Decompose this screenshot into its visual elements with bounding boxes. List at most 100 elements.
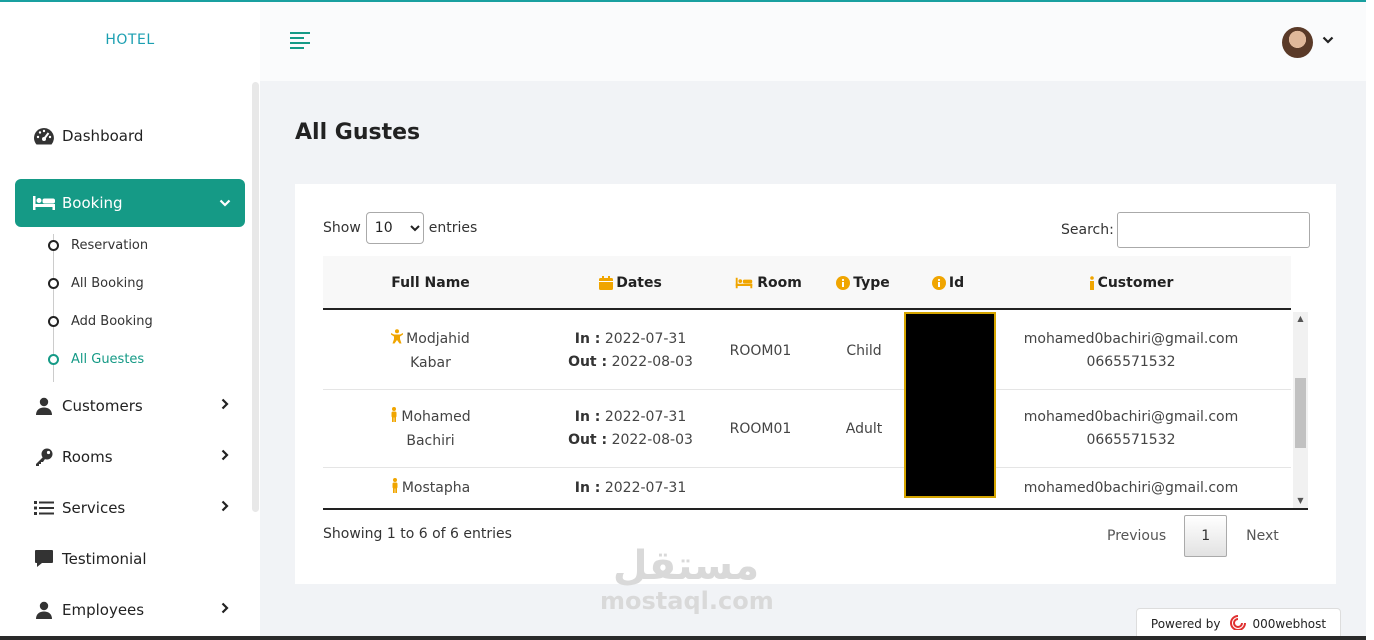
search-input[interactable] [1116,212,1310,248]
column-header-customer[interactable]: Customer [996,256,1266,310]
watermark: مستقل mostaql.com [600,543,774,615]
chevron-right-icon [215,602,235,618]
column-header-id[interactable]: Id [913,256,983,310]
watermark-url: mostaql.com [600,587,774,615]
cell-customer: mohamed0bachiri@gmail.com 0665571532 [996,312,1266,390]
table-row[interactable]: Modjahid Kabar In : 2022-07-31 Out : 202… [323,312,1291,390]
table-info: Showing 1 to 6 of 6 entries [323,526,512,542]
user-icon [32,601,56,619]
menu-toggle-icon[interactable] [290,32,310,52]
cell-customer: mohamed0bachiri@gmail.com [996,468,1266,508]
cell-type: Child [846,342,882,359]
cell-dates: In : 2022-07-31 [538,468,723,508]
entries-length-select[interactable]: 10 [365,212,424,244]
check-out-date: 2022-08-03 [611,354,693,370]
cell-customer: mohamed0bachiri@gmail.com 0665571532 [996,390,1266,468]
info-circle-icon [836,276,851,290]
column-header-label: Type [853,275,890,291]
submenu-item-all-guestes[interactable]: All Guestes [48,347,144,371]
child-icon [390,328,404,352]
info-icon [1089,276,1095,290]
customer-email: mohamed0bachiri@gmail.com [1023,331,1239,347]
submenu-item-label: All Booking [71,275,144,291]
entries-label: entries [428,220,478,236]
column-header-room[interactable]: Room [723,256,813,310]
chevron-down-icon [215,195,235,211]
column-header-label: Room [757,275,802,291]
last-name: Kabar [410,354,451,371]
list-icon [32,500,56,516]
scroll-up-arrow-icon[interactable]: ▲ [1293,314,1308,323]
pagination: Previous 1 Next [1107,515,1279,557]
show-label: Show [323,220,361,236]
person-icon [390,406,398,430]
previous-page-button[interactable]: Previous [1107,528,1166,544]
top-header [260,2,1366,81]
bed-icon [734,277,754,289]
bottom-edge [0,636,1366,640]
info-circle-icon [931,276,946,290]
cell-dates: In : 2022-07-31 Out : 2022-08-03 [538,390,723,468]
next-page-button[interactable]: Next [1246,528,1279,544]
cell-room: ROOM01 [729,420,792,437]
redacted-id-block [904,312,996,498]
submenu-item-all-booking[interactable]: All Booking [48,271,144,295]
check-in-date: 2022-07-31 [604,331,687,347]
table-body-scroll[interactable]: Modjahid Kabar In : 2022-07-31 Out : 202… [323,312,1308,510]
submenu-item-label: Add Booking [71,313,153,329]
check-out-label: Out : [568,354,608,370]
table-row[interactable]: Mostapha In : 2022-07-31 mohamed0bachiri… [323,468,1291,508]
column-header-type[interactable]: Type [813,256,913,310]
check-out-date: 2022-08-03 [611,432,693,448]
submenu-item-label: Reservation [71,237,149,253]
chevron-right-icon [215,398,235,414]
powered-by-label: Powered by [1150,617,1221,631]
sidebar-item-label: Dashboard [62,127,144,145]
sidebar-item-booking[interactable]: Booking [15,179,245,227]
chevron-down-icon[interactable] [1322,32,1334,48]
check-in-label: In : [574,331,601,347]
tachometer-icon [32,127,56,145]
sidebar-scrollbar[interactable] [252,82,259,512]
sidebar-item-customers[interactable]: Customers [15,382,245,430]
scrollbar-thumb[interactable] [1295,378,1306,448]
sidebar-item-rooms[interactable]: Rooms [15,433,245,481]
entries-length-control: Show 10 entries [323,212,477,244]
guests-table-card: Show 10 entries Search: Full Name Dates … [295,184,1336,584]
check-in-label: In : [574,409,601,425]
sidebar-item-label: Customers [62,397,143,415]
chevron-right-icon [215,500,235,516]
table-header: Full Name Dates Room Type Id Customer [323,256,1291,310]
submenu-item-label: All Guestes [71,351,145,367]
avatar[interactable] [1282,27,1313,58]
bed-icon [32,195,56,211]
user-icon [32,397,56,415]
submenu-item-reservation[interactable]: Reservation [48,233,148,257]
page-title: All Gustes [295,120,421,145]
table-scrollbar[interactable]: ▲ ▼ [1293,312,1308,508]
sidebar: HOTEL Dashboard Booking Reservation All … [0,2,260,640]
column-header-label: Id [948,275,965,291]
sidebar-item-dashboard[interactable]: Dashboard [15,112,245,160]
column-header-label: Customer [1097,275,1174,291]
submenu-item-add-booking[interactable]: Add Booking [48,309,153,333]
sidebar-item-employees[interactable]: Employees [15,586,245,634]
brand-logo[interactable]: HOTEL [0,32,260,48]
customer-phone: 0665571532 [1086,354,1176,370]
circle-icon [48,353,59,365]
column-header-dates[interactable]: Dates [538,256,723,310]
cell-dates: In : 2022-07-31 Out : 2022-08-03 [538,312,723,390]
watermark-arabic: مستقل [612,543,760,589]
person-icon [391,478,399,501]
first-name: Mohamed [401,408,471,425]
cell-full-name: Modjahid Kabar [323,312,538,390]
cell-room: ROOM01 [729,342,792,359]
page-1-button[interactable]: 1 [1184,515,1228,557]
sidebar-item-services[interactable]: Services [15,484,245,532]
column-header-label: Dates [616,275,662,291]
sidebar-item-testimonial[interactable]: Testimonial [15,535,245,583]
customer-email: mohamed0bachiri@gmail.com [1023,409,1239,425]
table-row[interactable]: Mohamed Bachiri In : 2022-07-31 Out : 20… [323,390,1291,468]
scroll-down-arrow-icon[interactable]: ▼ [1293,496,1308,505]
column-header-full-name[interactable]: Full Name [323,256,538,310]
